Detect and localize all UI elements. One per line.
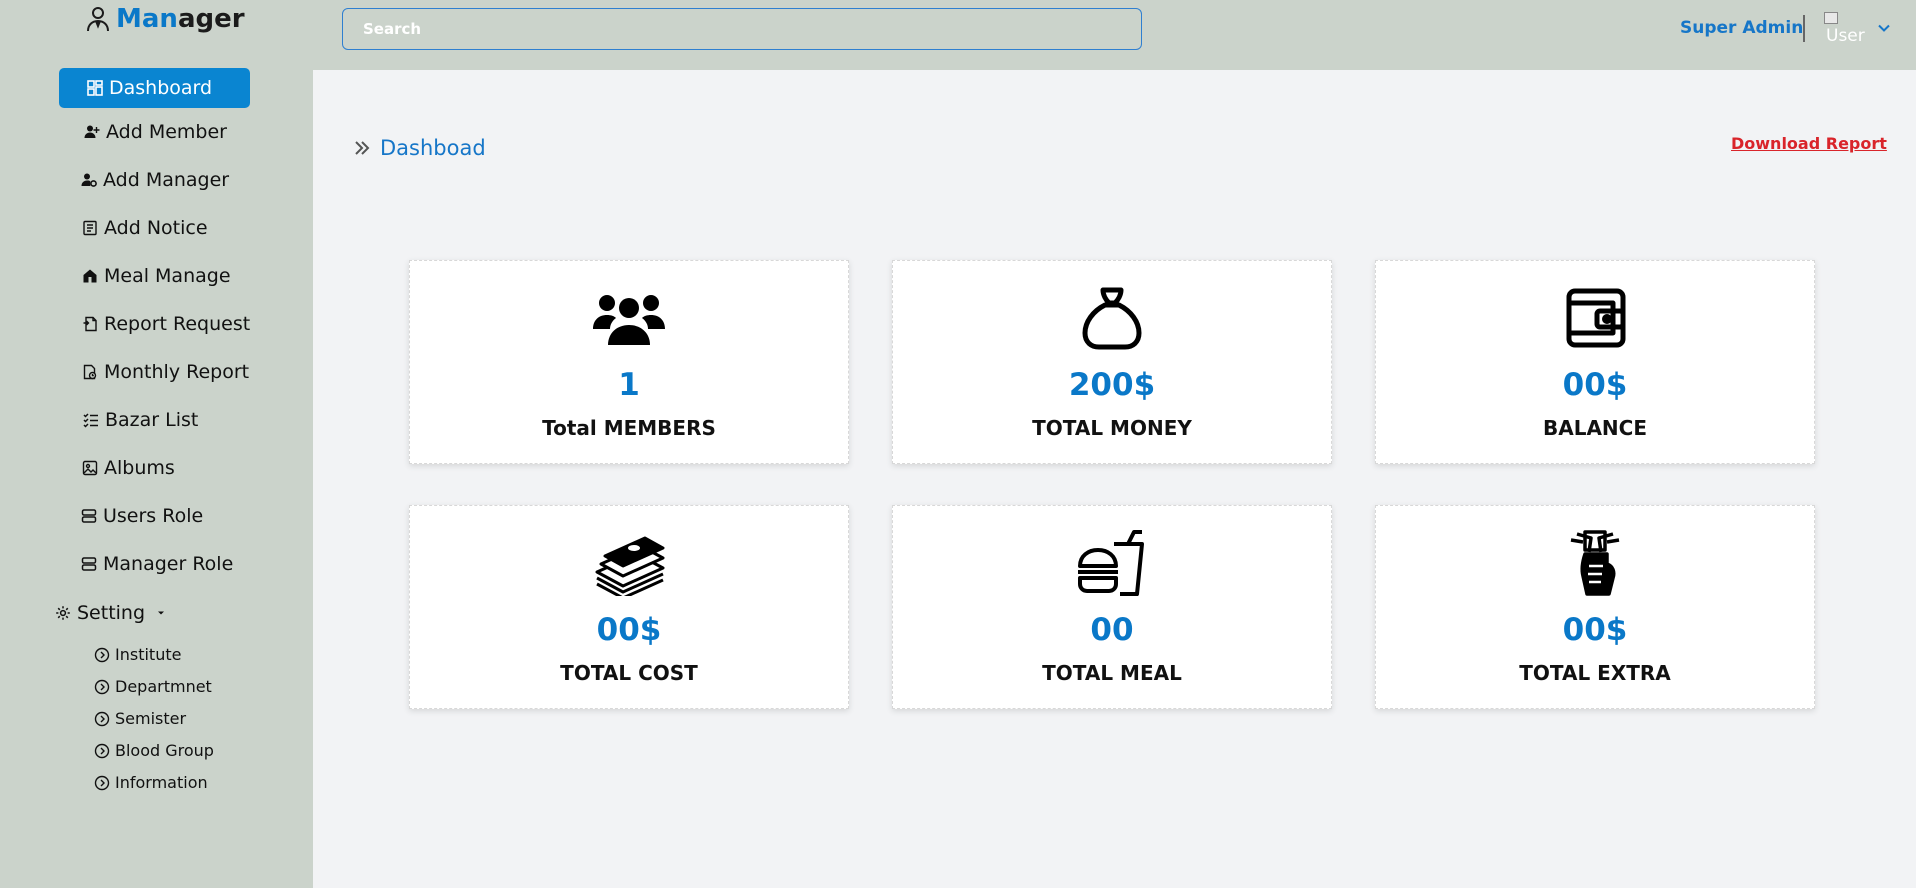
sidebar-item-label: Setting (77, 602, 146, 624)
circle-arrow-icon (94, 775, 110, 790)
sidebar-item-add-member[interactable]: Add Member (84, 121, 227, 143)
stat-value: 1 (618, 367, 640, 403)
circle-arrow-icon (94, 711, 110, 726)
sidebar-sub-item-label: Semister (115, 709, 187, 728)
sidebar-item-users-role[interactable]: Users Role (81, 505, 203, 527)
stat-label: TOTAL MEAL (1042, 661, 1182, 685)
sidebar-item-label: Meal Manage (104, 265, 231, 287)
sidebar-item-monthly-report[interactable]: Monthly Report (82, 361, 249, 383)
stat-label: Total MEMBERS (542, 416, 716, 440)
circle-arrow-icon (94, 679, 110, 694)
sidebar-item-label: Monthly Report (104, 361, 250, 383)
sidebar-item-add-notice[interactable]: Add Notice (82, 217, 208, 239)
sidebar-sub-item-institute[interactable]: Institute (94, 645, 181, 664)
user-gear-icon (81, 173, 97, 187)
sidebar-item-label: Report Request (104, 313, 251, 335)
stat-card-total-members: 1 Total MEMBERS (409, 260, 849, 464)
monthly-report-icon (83, 364, 97, 380)
stat-label: TOTAL COST (560, 661, 698, 685)
server-icon (81, 509, 97, 523)
album-icon (82, 460, 98, 476)
sidebar: Manager Dashboard Add Member Add Manager… (0, 0, 313, 888)
stat-card-total-cost: 00$ TOTAL COST (409, 505, 849, 709)
notice-icon (83, 220, 97, 236)
stat-value: 00$ (1562, 612, 1628, 648)
sidebar-item-label: Add Notice (104, 217, 208, 239)
app-logo[interactable]: Manager (86, 4, 245, 34)
sidebar-item-label: Users Role (103, 505, 204, 527)
broken-image-icon (1824, 12, 1838, 24)
users-icon (593, 295, 665, 345)
circle-arrow-icon (94, 647, 110, 662)
sidebar-item-bazar-list[interactable]: Bazar List (83, 409, 198, 431)
stat-card-total-meal: 00 TOTAL MEAL (892, 505, 1332, 709)
stat-card-balance: 00$ BALANCE (1375, 260, 1815, 464)
avatar[interactable]: User (1824, 12, 1868, 46)
logo-text-part2: ager (177, 4, 245, 34)
sidebar-item-manager-role[interactable]: Manager Role (81, 553, 233, 575)
sidebar-sub-item-department[interactable]: Departmnet (94, 677, 212, 696)
sidebar-sub-item-label: Institute (115, 645, 182, 664)
sidebar-sub-item-blood-group[interactable]: Blood Group (94, 741, 214, 760)
sidebar-item-meal-manage[interactable]: Meal Manage (82, 265, 231, 287)
caret-down-icon (158, 611, 165, 615)
page-title: Dashboad (380, 136, 486, 160)
dashboard-icon (87, 80, 103, 96)
sidebar-sub-item-label: Departmnet (115, 677, 212, 696)
stat-label: TOTAL EXTRA (1519, 661, 1671, 685)
manager-avatar-icon (87, 7, 109, 32)
stat-label: BALANCE (1542, 416, 1648, 440)
sidebar-item-dashboard[interactable]: Dashboard (59, 68, 250, 108)
sidebar-item-add-manager[interactable]: Add Manager (81, 169, 229, 191)
gear-icon (56, 606, 70, 620)
sidebar-item-label: Dashboard (109, 77, 213, 99)
stat-label: TOTAL MONEY (1032, 416, 1192, 440)
stat-value: 00 (1090, 612, 1134, 648)
stat-value: 00$ (1562, 367, 1628, 403)
sidebar-item-report-request[interactable]: Report Request (82, 313, 250, 335)
stat-card-total-extra: 00$ TOTAL EXTRA (1375, 505, 1815, 709)
server-icon (81, 557, 97, 571)
avatar-alt-text: User (1826, 26, 1865, 46)
burger-drink-icon (1078, 530, 1144, 596)
search-input[interactable] (342, 8, 1142, 50)
stat-value: 200$ (1068, 367, 1156, 403)
sidebar-sub-item-semester[interactable]: Semister (94, 709, 186, 728)
sidebar-sub-item-information[interactable]: Information (94, 773, 208, 792)
sidebar-sub-item-label: Information (115, 773, 208, 792)
home-icon (83, 269, 97, 283)
sidebar-item-label: Bazar List (105, 409, 199, 431)
admin-name[interactable]: Super Admin (1680, 18, 1803, 38)
breadcrumb: Dashboad (352, 136, 486, 160)
sidebar-sub-item-label: Blood Group (115, 741, 214, 760)
sidebar-item-albums[interactable]: Albums (82, 457, 175, 479)
user-plus-icon (84, 125, 100, 138)
stat-card-total-money: 200$ TOTAL MONEY (892, 260, 1332, 464)
logo-text-part1: Man (116, 4, 178, 34)
sidebar-item-label: Manager Role (103, 553, 234, 575)
checklist-icon (83, 413, 98, 428)
double-chevron-right-icon (355, 141, 370, 155)
cash-stack-icon (595, 536, 665, 596)
stat-value: 00$ (596, 612, 662, 648)
sidebar-item-label: Albums (104, 457, 175, 479)
report-request-icon (83, 316, 97, 332)
download-report-link[interactable]: Download Report (1731, 134, 1887, 153)
money-hand-icon (1570, 530, 1620, 596)
sidebar-item-label: Add Member (106, 121, 227, 143)
chevron-down-icon[interactable] (1876, 20, 1892, 36)
sidebar-item-label: Add Manager (103, 169, 230, 191)
wallet-icon (1566, 288, 1626, 348)
money-bag-icon (1082, 287, 1142, 350)
sidebar-item-setting[interactable]: Setting (55, 602, 167, 624)
circle-arrow-icon (94, 743, 110, 758)
header-divider (1803, 15, 1805, 42)
